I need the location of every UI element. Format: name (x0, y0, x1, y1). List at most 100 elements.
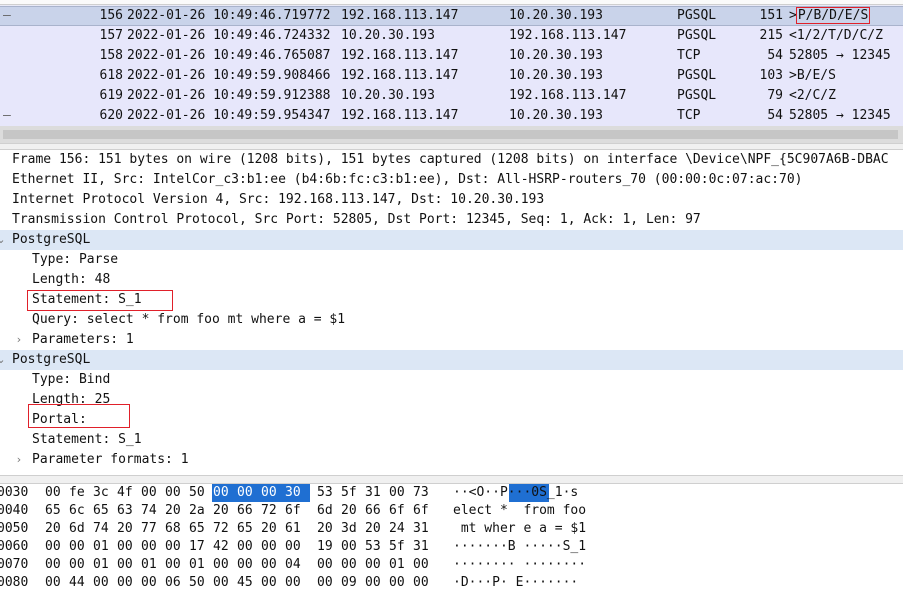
packet-row[interactable]: — 620 2022-01-26 10:49:59.954347 192.168… (0, 106, 903, 126)
hex-byte[interactable]: 00 (341, 556, 357, 574)
hex-byte[interactable]: 20 (165, 502, 181, 520)
hex-byte[interactable]: 5f (389, 538, 405, 556)
hex-byte[interactable]: 4f (117, 484, 133, 502)
hex-byte[interactable]: 74 (93, 520, 109, 538)
hex-byte[interactable]: 6f (285, 502, 301, 520)
hex-byte[interactable]: 00 (389, 484, 405, 502)
hex-byte[interactable]: 06 (165, 574, 181, 592)
hex-byte[interactable]: 53 (365, 538, 381, 556)
hex-byte[interactable]: 00 (45, 484, 61, 502)
hex-byte[interactable]: 53 (317, 484, 333, 502)
hex-byte[interactable]: 00 (261, 538, 277, 556)
hex-byte[interactable]: 00 (45, 574, 61, 592)
hex-byte[interactable]: 6d (69, 520, 85, 538)
expand-chevron-icon[interactable]: ⌄ (0, 230, 6, 250)
hex-byte[interactable]: 30 (285, 484, 301, 502)
packet-row[interactable]: 158 2022-01-26 10:49:46.765087 192.168.1… (0, 46, 903, 66)
hex-byte[interactable]: 00 (317, 556, 333, 574)
hex-byte[interactable]: 17 (189, 538, 205, 556)
hex-byte[interactable]: 01 (189, 556, 205, 574)
hex-byte[interactable]: 77 (141, 520, 157, 538)
hex-byte[interactable]: 00 (237, 538, 253, 556)
hex-byte[interactable]: 00 (117, 574, 133, 592)
hex-byte[interactable]: 6d (317, 502, 333, 520)
hex-byte[interactable]: 00 (261, 556, 277, 574)
packet-row[interactable]: 157 2022-01-26 10:49:46.724332 10.20.30.… (0, 26, 903, 46)
tree-item-ethernet[interactable]: Ethernet II, Src: IntelCor_c3:b1:ee (b4:… (0, 170, 903, 190)
hex-byte[interactable]: 65 (93, 502, 109, 520)
hex-byte[interactable]: 44 (69, 574, 85, 592)
hex-byte[interactable]: 00 (285, 538, 301, 556)
tree-field[interactable]: Type: Parse (0, 250, 903, 270)
packet-list[interactable]: — 156 2022-01-26 10:49:46.719772 192.168… (0, 0, 903, 143)
hex-byte[interactable]: 20 (261, 520, 277, 538)
hex-byte[interactable]: 00 (213, 484, 229, 502)
tree-item-frame[interactable]: Frame 156: 151 bytes on wire (1208 bits)… (0, 150, 903, 170)
hex-byte[interactable]: 00 (45, 538, 61, 556)
pane-splitter[interactable] (0, 143, 903, 150)
tree-item-postgresql-1[interactable]: ⌄ PostgreSQL (0, 230, 903, 250)
packet-row[interactable]: 619 2022-01-26 10:49:59.912388 10.20.30.… (0, 86, 903, 106)
hex-byte[interactable]: 00 (317, 574, 333, 592)
hex-byte[interactable]: 00 (141, 484, 157, 502)
hex-byte[interactable]: 00 (141, 538, 157, 556)
hex-byte[interactable]: 19 (317, 538, 333, 556)
hex-byte[interactable]: 65 (237, 520, 253, 538)
tree-field-parameters[interactable]: › Parameters: 1 (0, 330, 903, 350)
hex-byte[interactable]: 00 (213, 556, 229, 574)
hex-byte[interactable]: 04 (285, 556, 301, 574)
hex-byte[interactable]: 65 (189, 520, 205, 538)
hex-ascii[interactable]: mt wher e a = $1 (453, 520, 586, 538)
hex-byte[interactable]: 00 (365, 574, 381, 592)
hex-byte[interactable]: 00 (237, 484, 253, 502)
scrollbar-thumb[interactable] (3, 130, 898, 139)
hex-byte[interactable]: 09 (341, 574, 357, 592)
hex-byte[interactable]: 6f (413, 502, 429, 520)
expand-chevron-icon[interactable]: › (14, 330, 24, 350)
hex-byte[interactable]: 00 (261, 484, 277, 502)
hex-byte[interactable]: 00 (365, 556, 381, 574)
hex-byte[interactable]: 00 (165, 538, 181, 556)
horizontal-scrollbar[interactable] (0, 126, 903, 143)
hex-ascii[interactable]: ········ ········ (453, 556, 586, 574)
hex-byte[interactable]: 01 (93, 538, 109, 556)
hex-byte[interactable]: 50 (189, 484, 205, 502)
hex-byte[interactable]: 65 (45, 502, 61, 520)
hex-byte[interactable]: 00 (93, 574, 109, 592)
packet-details-tree[interactable]: Frame 156: 151 bytes on wire (1208 bits)… (0, 150, 903, 475)
hex-byte[interactable]: 00 (165, 556, 181, 574)
hex-byte[interactable]: 73 (413, 484, 429, 502)
hex-byte[interactable]: 42 (213, 538, 229, 556)
hex-byte[interactable]: 45 (237, 574, 253, 592)
expand-chevron-icon[interactable]: › (14, 450, 24, 470)
hex-byte[interactable]: 31 (365, 484, 381, 502)
hex-byte[interactable]: 3d (341, 520, 357, 538)
hex-byte[interactable]: 68 (165, 520, 181, 538)
hex-byte[interactable]: 72 (261, 502, 277, 520)
hex-byte[interactable]: 6f (389, 502, 405, 520)
hex-byte[interactable]: 5f (341, 484, 357, 502)
tree-field[interactable]: Length: 25 (0, 390, 903, 410)
hex-byte[interactable]: 31 (413, 538, 429, 556)
tree-field[interactable]: Query: select * from foo mt where a = $1 (0, 310, 903, 330)
hex-byte[interactable]: 20 (317, 520, 333, 538)
hex-ascii[interactable]: ·······B ·····S_1 (453, 538, 586, 556)
hex-byte[interactable]: 00 (413, 556, 429, 574)
hex-byte[interactable]: 00 (341, 538, 357, 556)
tree-item-ip[interactable]: Internet Protocol Version 4, Src: 192.16… (0, 190, 903, 210)
hex-byte[interactable]: 63 (117, 502, 133, 520)
hex-byte[interactable]: 00 (413, 574, 429, 592)
hex-byte[interactable]: 20 (365, 520, 381, 538)
hex-byte[interactable]: 2a (189, 502, 205, 520)
tree-item-postgresql-2[interactable]: ⌄ PostgreSQL (0, 350, 903, 370)
hex-byte[interactable]: 00 (165, 484, 181, 502)
tree-field[interactable]: Portal: (0, 410, 903, 430)
hex-byte[interactable]: 66 (365, 502, 381, 520)
hex-byte[interactable]: fe (69, 484, 85, 502)
tree-field[interactable]: Length: 48 (0, 270, 903, 290)
hex-byte[interactable]: 20 (117, 520, 133, 538)
packet-list-header[interactable] (0, 0, 903, 5)
packet-bytes-pane[interactable]: 0030 00 fe 3c 4f 00 00 50 00 00 00 30 53 5f 31 00 73 ··<O… (0, 484, 903, 595)
tree-field-parameter-formats[interactable]: › Parameter formats: 1 (0, 450, 903, 470)
packet-row[interactable]: — 156 2022-01-26 10:49:46.719772 192.168… (0, 6, 903, 26)
